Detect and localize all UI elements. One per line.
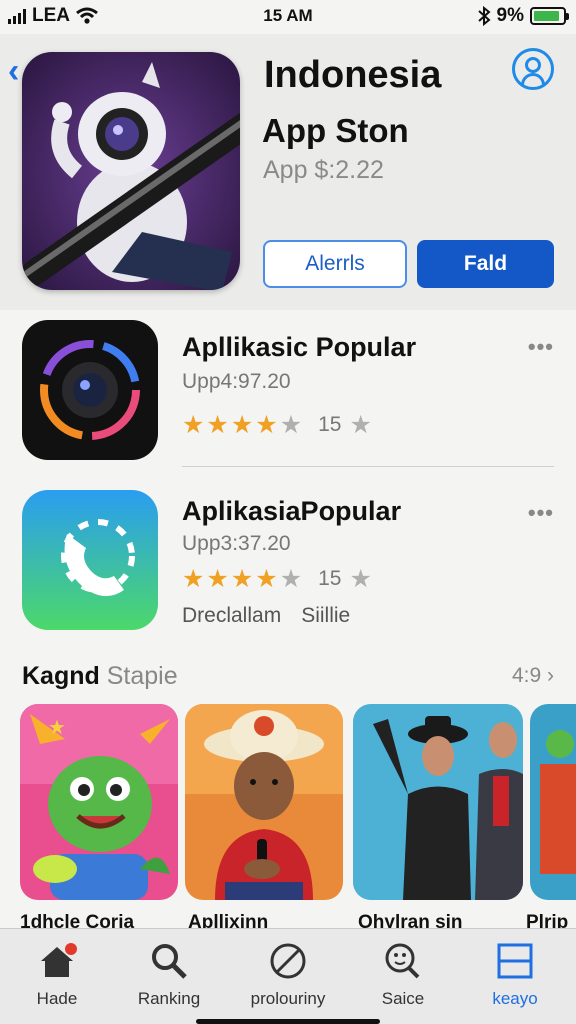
star-icon: ★ bbox=[230, 411, 254, 439]
search-icon bbox=[152, 944, 187, 979]
tab-home[interactable]: Hade bbox=[2, 939, 112, 1009]
star-icon: ★ bbox=[182, 565, 205, 593]
star-icon: ★ bbox=[255, 411, 278, 439]
star-icon: ★ bbox=[182, 411, 205, 439]
search-face-icon bbox=[385, 943, 420, 979]
divider bbox=[182, 466, 554, 467]
tab-ranking[interactable]: Ranking bbox=[114, 939, 224, 1009]
price-label: App $:2.22 bbox=[263, 156, 384, 184]
star-icon: ★ bbox=[230, 565, 254, 593]
back-chevron-icon[interactable]: ‹ bbox=[8, 52, 19, 91]
battery-icon bbox=[530, 7, 569, 25]
tab-saice[interactable]: Saice bbox=[348, 939, 458, 1009]
app-tile[interactable]: ★ bbox=[20, 704, 178, 900]
star-icon: ★ bbox=[349, 565, 372, 593]
app-tile[interactable] bbox=[530, 704, 576, 900]
star-icon: ★ bbox=[206, 411, 229, 439]
star-icon: ★ bbox=[349, 411, 372, 439]
tab-prolouriny[interactable]: prolouriny bbox=[233, 939, 343, 1009]
app-title: Apllikasic Popular bbox=[182, 332, 417, 362]
app-subtitle: Upp4:97.20 bbox=[182, 370, 291, 393]
battery-percent: 9% bbox=[496, 5, 524, 26]
status-bar: LEA 15 AM 9% bbox=[0, 0, 576, 34]
camera-app-icon[interactable] bbox=[22, 320, 158, 460]
star-icon: ★ bbox=[206, 565, 229, 593]
more-options-icon[interactable]: ••• bbox=[528, 334, 554, 360]
home-indicator bbox=[196, 1019, 380, 1024]
more-options-icon[interactable]: ••• bbox=[528, 500, 554, 526]
tag-label[interactable]: Dreclallam bbox=[182, 604, 281, 628]
rating-count: 15 bbox=[318, 567, 342, 590]
svg-text:★: ★ bbox=[48, 717, 66, 739]
see-all-link[interactable]: 4:9 › bbox=[512, 664, 554, 688]
phone-app-icon[interactable] bbox=[22, 490, 158, 630]
rating-stars: ★ ★ ★ ★ ★ 15 ★ bbox=[182, 564, 372, 594]
app-tile[interactable] bbox=[185, 704, 343, 900]
app-tile[interactable] bbox=[353, 704, 523, 900]
app-title: AplikasiaPopular bbox=[182, 496, 402, 526]
featured-app-icon[interactable] bbox=[22, 52, 240, 290]
status-right: 9% bbox=[477, 5, 569, 27]
tab-bar: Hade Ranking prolouriny Saice keayo bbox=[0, 928, 576, 1024]
tab-keayo[interactable]: keayo bbox=[460, 939, 570, 1009]
list-item[interactable]: Apllikasic Popular Upp4:97.20 ★ ★ ★ ★ ★ 15 ★ … bbox=[0, 320, 576, 470]
star-icon: ★ bbox=[255, 565, 278, 593]
home-icon bbox=[41, 943, 77, 977]
app-tags: Dreclallam Siillie bbox=[182, 604, 350, 628]
alerts-button[interactable]: Alerrls bbox=[263, 240, 407, 288]
page-title: Indonesia bbox=[264, 54, 442, 96]
account-icon[interactable] bbox=[512, 48, 554, 90]
rating-count: 15 bbox=[318, 413, 342, 436]
prohibited-icon bbox=[270, 943, 306, 979]
page-subtitle: App Ston bbox=[262, 112, 409, 149]
bluetooth-icon bbox=[477, 6, 491, 26]
tag-label[interactable]: Siillie bbox=[301, 604, 350, 628]
star-icon: ★ bbox=[279, 411, 303, 439]
rating-stars: ★ ★ ★ ★ ★ 15 ★ bbox=[182, 410, 372, 440]
section-title: Kagnd Stapie bbox=[22, 662, 178, 690]
grid-icon bbox=[497, 943, 533, 979]
featured-header: ‹ Indonesia App Ston App $:2.22 Alerrls … bbox=[0, 34, 576, 310]
fald-button[interactable]: Fald bbox=[417, 240, 554, 288]
star-icon: ★ bbox=[279, 565, 303, 593]
app-subtitle: Upp3:37.20 bbox=[182, 532, 291, 555]
